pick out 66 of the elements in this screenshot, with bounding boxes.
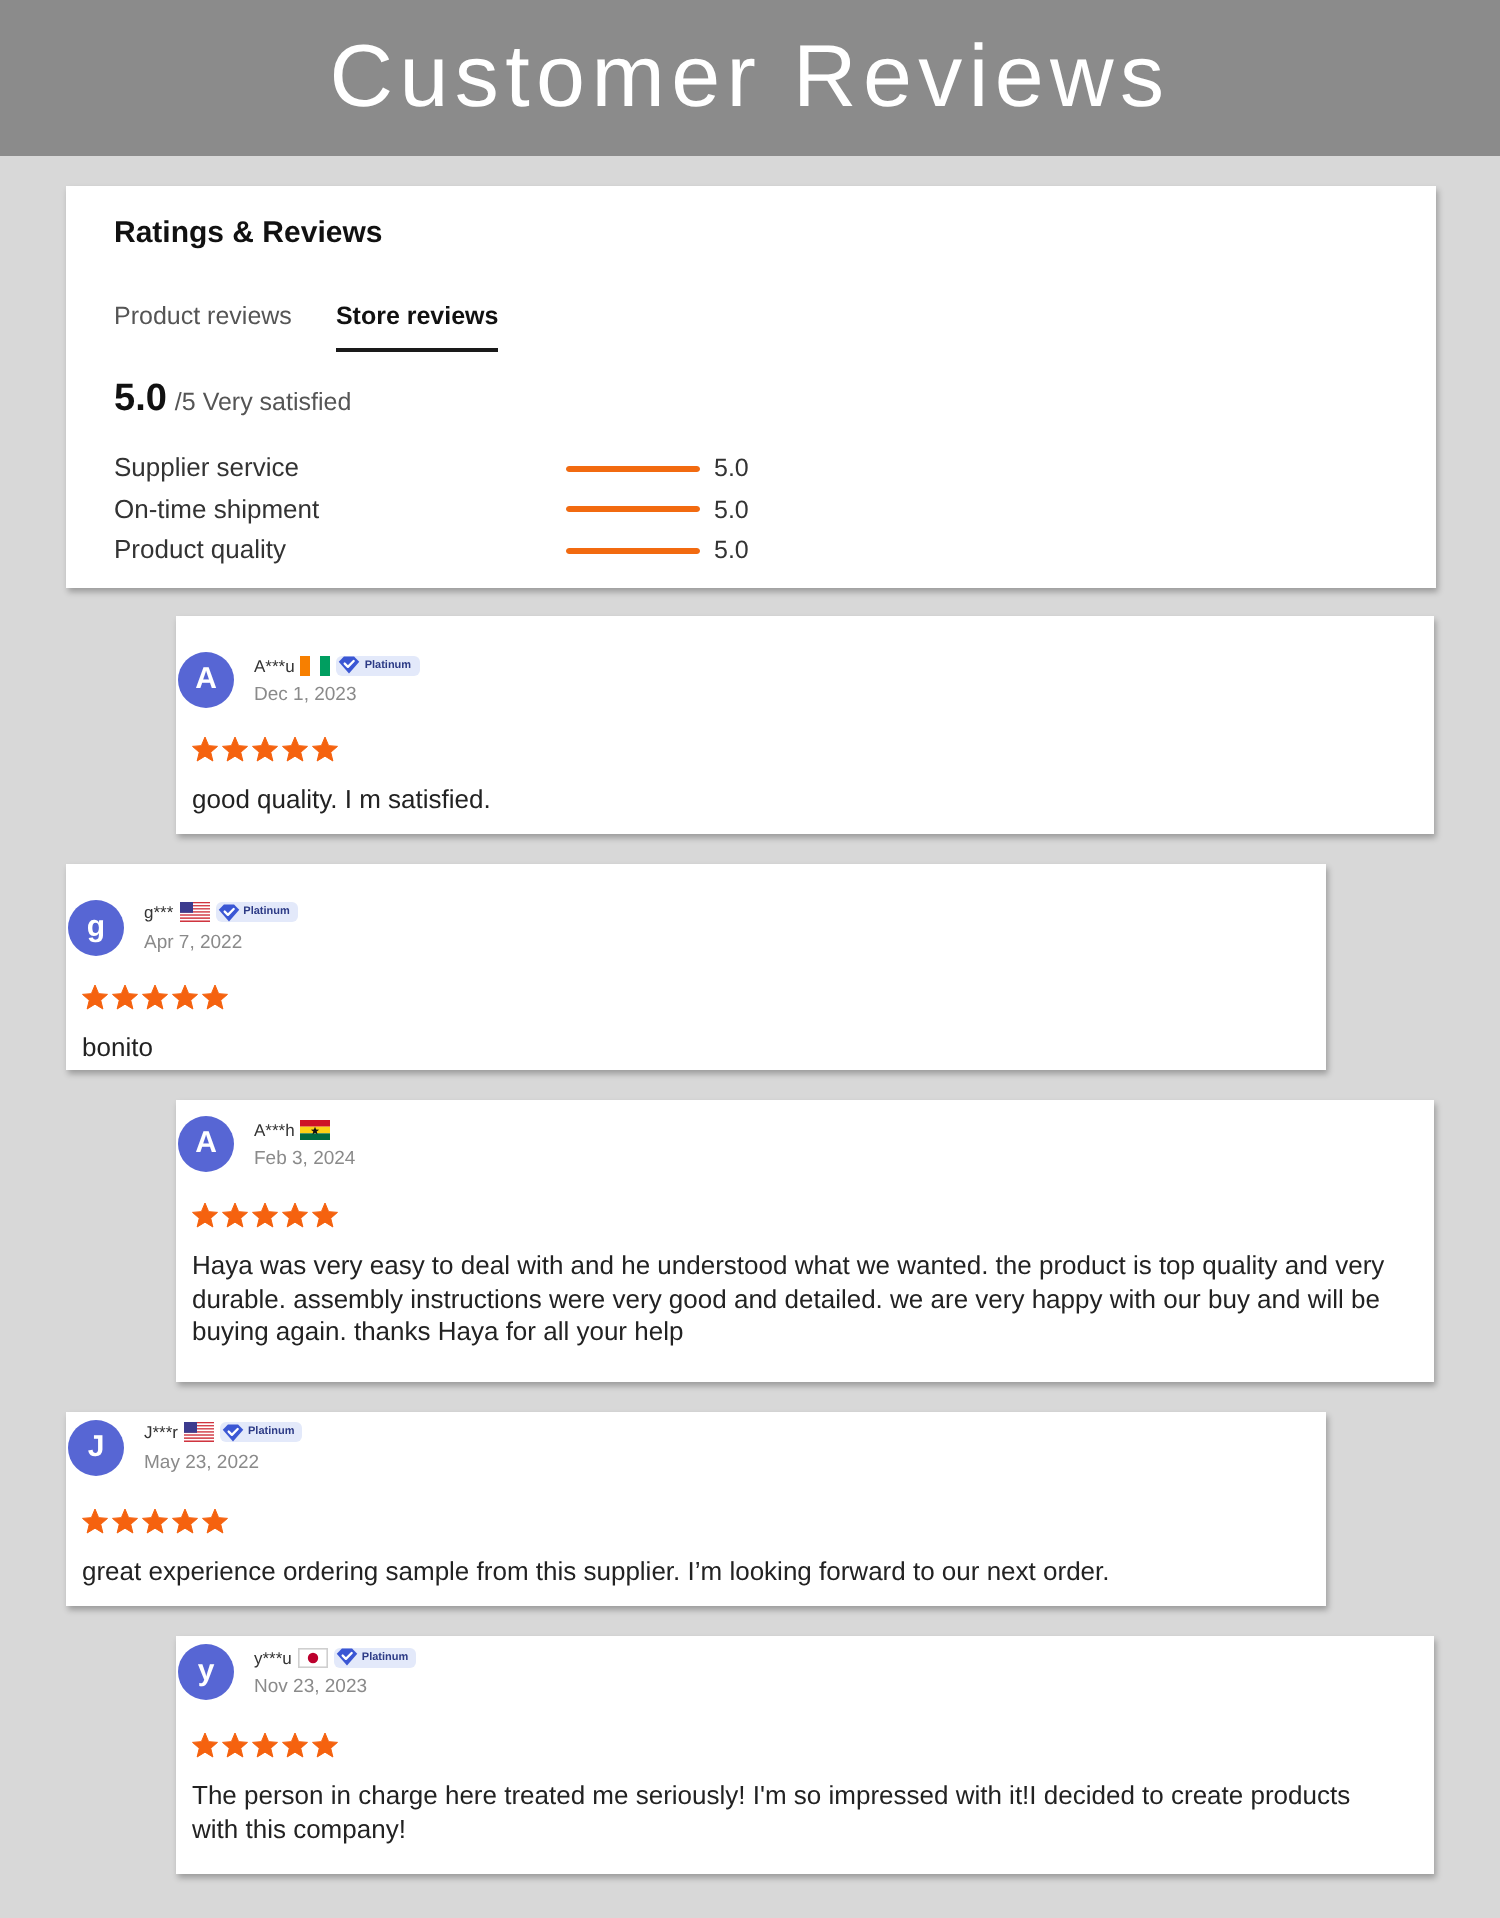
rating-value: 5.0 <box>714 536 749 564</box>
diamond-check-icon <box>217 903 240 921</box>
tab[interactable]: Store reviews <box>335 298 499 352</box>
star-icon <box>172 983 198 1009</box>
reviewer-name: A***u <box>254 655 295 675</box>
reviewer-name: y***u <box>254 1647 292 1667</box>
star-icon <box>282 1732 308 1758</box>
review-text: great experience ordering sample from this supplier. I’m looking forward to our next order. <box>80 1555 1112 1588</box>
star-icon <box>312 1732 338 1758</box>
star-icon <box>252 1732 278 1758</box>
review-date: May 23, 2022 <box>144 1449 262 1477</box>
star-icon <box>312 736 338 762</box>
star-icon <box>222 1202 248 1228</box>
star-icon <box>282 1202 308 1228</box>
review-text: good quality. I m satisfied. <box>190 784 493 817</box>
page-title: Customer Reviews <box>329 26 1171 130</box>
tab[interactable]: Product reviews <box>114 298 292 352</box>
star-icon <box>282 736 308 762</box>
flag-icon <box>184 1422 215 1442</box>
overall-score: 5.0 <box>114 376 167 424</box>
star-icon <box>222 1732 248 1758</box>
star-icon <box>142 983 168 1009</box>
star-icon <box>142 1507 168 1533</box>
diamond-check-icon <box>338 656 361 674</box>
star-icon <box>192 1202 218 1228</box>
avatar: y <box>178 1644 234 1700</box>
flag-icon <box>179 902 210 922</box>
reviewer-name: J***r <box>144 1422 179 1442</box>
review-text: bonito <box>80 1031 155 1064</box>
review-date: Nov 23, 2023 <box>254 1674 370 1702</box>
flag-icon <box>297 1647 328 1667</box>
diamond-check-icon <box>222 1423 245 1441</box>
review-text: Haya was very easy to deal with and he understood what we wanted. the product is top quality and very durable. assembly instructions were very good and detailed. we are very happy with our buy and will be buying again. thanks Haya for all your help <box>190 1250 1387 1349</box>
flag-icon <box>300 1119 331 1139</box>
star-icon <box>112 983 138 1009</box>
avatar: A <box>178 1116 234 1172</box>
star-icon <box>82 983 108 1009</box>
star-icon <box>252 736 278 762</box>
star-icon <box>172 1507 198 1533</box>
star-icon <box>82 1507 108 1533</box>
review-date: Feb 3, 2024 <box>254 1146 356 1174</box>
section-title: Ratings & Reviews <box>114 214 383 254</box>
avatar: J <box>68 1419 124 1475</box>
review-date: Dec 1, 2023 <box>254 682 359 710</box>
rating-value: 5.0 <box>714 454 749 482</box>
reviewer-name: g*** <box>144 902 174 922</box>
star-icon <box>312 1202 338 1228</box>
score-label: /5 Very satisfied <box>174 386 352 420</box>
review-text: The person in charge here treated me seriously! I'm so impressed with it!I decided to create products with this company! <box>190 1780 1353 1846</box>
rating-label: Product quality <box>114 532 286 568</box>
star-icon <box>252 1202 278 1228</box>
star-icon <box>222 736 248 762</box>
review-date: Apr 7, 2022 <box>144 929 245 957</box>
avatar: A <box>178 652 234 708</box>
star-icon <box>202 1507 228 1533</box>
star-icon <box>202 983 228 1009</box>
avatar: g <box>68 899 124 955</box>
rating-label: Supplier service <box>114 450 299 486</box>
rating-value: 5.0 <box>714 495 749 523</box>
rating-label: On-time shipment <box>114 491 320 528</box>
reviewer-name: A***h <box>254 1119 295 1139</box>
flag-icon <box>300 655 331 675</box>
star-icon <box>192 736 218 762</box>
diamond-check-icon <box>335 1648 358 1666</box>
star-icon <box>112 1507 138 1533</box>
star-icon <box>192 1732 218 1758</box>
